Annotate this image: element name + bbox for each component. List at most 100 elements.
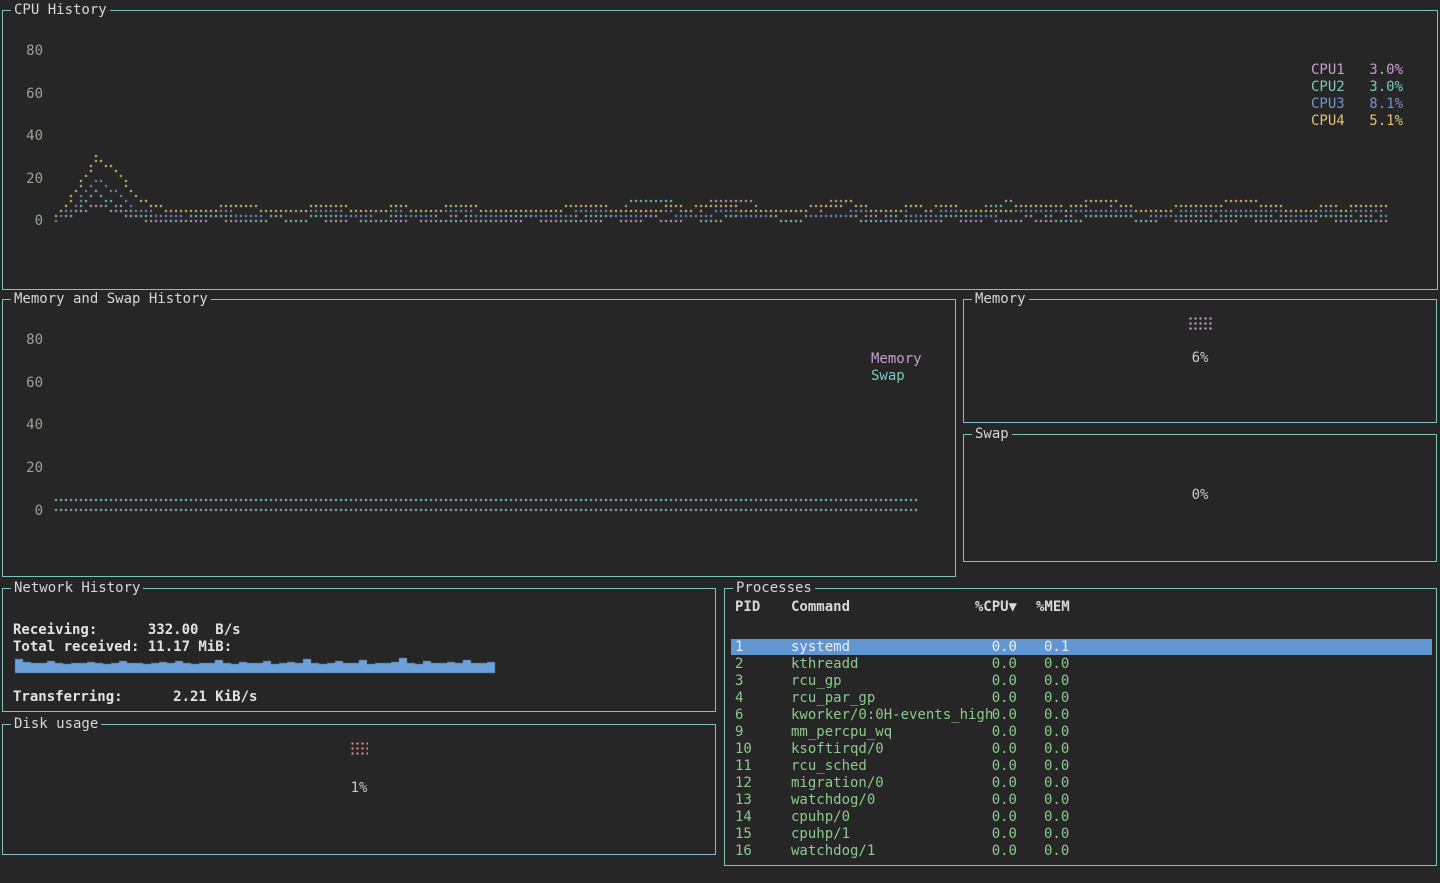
legend-label: CPU2 [1311, 79, 1345, 96]
cpu-legend: CPU13.0%CPU2 3.0% CPU3 8.1% CPU4 5.1% [1311, 62, 1403, 130]
disk-gauge-value: 1% [3, 780, 715, 797]
process-row-watchdog/0[interactable]: 13watchdog/00.00.0 [731, 792, 1432, 808]
y-axis-tick: 20 [15, 171, 43, 188]
process-pid: 13 [735, 792, 752, 808]
legend-value: 5.1% [1369, 113, 1403, 130]
legend-label: Memory [871, 351, 922, 368]
process-mem-percent: 0.0 [1044, 758, 1069, 774]
legend-value: 3.0% [1369, 79, 1403, 96]
process-mem-percent: 0.0 [1044, 843, 1069, 859]
process-cpu-percent: 0.0 [955, 741, 1017, 757]
process-row-migration/0[interactable]: 12migration/00.00.0 [731, 775, 1432, 791]
network-transferring-line: Transferring: 2.21 KiB/s [13, 689, 257, 706]
process-pid: 15 [735, 826, 752, 842]
legend-item-cpu1: CPU13.0% [1311, 62, 1403, 79]
process-mem-percent: 0.0 [1044, 707, 1069, 723]
legend-label: CPU3 [1311, 96, 1345, 113]
process-cpu-percent: 0.0 [955, 826, 1017, 842]
process-mem-percent: 0.1 [1044, 639, 1069, 655]
process-pid: 9 [735, 724, 743, 740]
legend-item-memory: Memory [871, 351, 963, 368]
process-pid: 6 [735, 707, 743, 723]
legend-item-cpu4: CPU4 5.1% [1311, 113, 1403, 130]
network-history-title: Network History [11, 580, 143, 597]
memory-gauge-value: 6% [964, 350, 1436, 367]
process-row-kthreadd[interactable]: 2kthreadd0.00.0 [731, 656, 1432, 672]
process-row-rcu_par_gp[interactable]: 4rcu_par_gp0.00.0 [731, 690, 1432, 706]
process-cpu-percent: 0.0 [955, 639, 1017, 655]
process-command: mm_percpu_wq [791, 724, 892, 740]
process-pid: 12 [735, 775, 752, 791]
cpu-history-panel: CPU History 806040200 CPU13.0%CPU23.0%CP… [2, 10, 1438, 290]
process-pid: 14 [735, 809, 752, 825]
process-row-ksoftirqd/0[interactable]: 10 ksoftirqd/0 0.0 0.0 [731, 741, 1432, 757]
system-monitor-app: { "colors": { "background": "#262626", "… [0, 0, 1440, 883]
legend-value: 3.0% [1369, 62, 1403, 79]
legend-label: CPU4 [1311, 113, 1345, 130]
process-pid: 1 [735, 639, 743, 655]
y-axis-tick: 60 [15, 86, 43, 103]
process-row-rcu_gp[interactable]: 3rcu_gp0.00.0 [731, 673, 1432, 689]
swap-gauge-panel: Swap 0% [963, 434, 1437, 562]
process-row-kworker/0:0H-events_high[interactable]: 6kworker/0:0H-events_high0.00.0 [731, 707, 1432, 723]
process-pid: 3 [735, 673, 743, 689]
cpu-history-chart [47, 25, 1393, 255]
process-mem-percent: 0.0 [1044, 690, 1069, 706]
processes-table: 1systemd0.00.12kthreadd0.00.03rcu_gp0.00… [725, 589, 1436, 865]
process-command: systemd [791, 639, 850, 655]
process-pid: 2 [735, 656, 743, 672]
y-axis-tick: 0 [15, 503, 43, 520]
process-row-cpuhp/1[interactable]: 15 cpuhp/1 0.0 0.0 [731, 826, 1432, 842]
process-pid: 10 [735, 741, 752, 757]
disk-gauge-icon [350, 741, 368, 755]
process-mem-percent: 0.0 [1044, 656, 1069, 672]
swap-gauge-title: Swap [972, 426, 1012, 443]
y-axis-tick: 80 [15, 332, 43, 349]
y-axis-tick: 20 [15, 460, 43, 477]
processes-panel: Processes PIDCommand%CPU▼%MEM 1systemd0.… [724, 588, 1437, 866]
process-command: ksoftirqd/0 [791, 741, 884, 757]
process-pid: 4 [735, 690, 743, 706]
y-axis-tick: 0 [15, 213, 43, 230]
process-mem-percent: 0.0 [1044, 724, 1069, 740]
process-command: rcu_sched [791, 758, 867, 774]
process-command: watchdog/0 [791, 792, 875, 808]
network-receiving-line: Receiving: 332.00 B/s [13, 622, 241, 639]
process-row-mm_percpu_wq[interactable]: 9mm_percpu_wq0.00.0 [731, 724, 1432, 740]
process-command: cpuhp/1 [791, 826, 850, 842]
legend-item-swap: Swap [871, 368, 963, 385]
process-row-rcu_sched[interactable]: 11rcu_sched0.00.0 [731, 758, 1432, 774]
process-row-watchdog/1[interactable]: 16watchdog/10.00.0 [731, 843, 1432, 859]
memory-gauge-icon [1188, 316, 1212, 330]
process-command: rcu_gp [791, 673, 842, 689]
legend-item-cpu3: CPU3 8.1% [1311, 96, 1403, 113]
process-command: rcu_par_gp [791, 690, 875, 706]
process-pid: 16 [735, 843, 752, 859]
process-cpu-percent: 0.0 [955, 843, 1017, 859]
y-axis-tick: 80 [15, 43, 43, 60]
process-command: cpuhp/0 [791, 809, 850, 825]
process-cpu-percent: 0.0 [955, 673, 1017, 689]
process-cpu-percent: 0.0 [955, 758, 1017, 774]
process-row-cpuhp/0[interactable]: 14cpuhp/00.00.0 [731, 809, 1432, 825]
process-command: migration/0 [791, 775, 884, 791]
memory-swap-legend: MemorySwap [871, 351, 963, 385]
memory-gauge-title: Memory [972, 291, 1029, 308]
y-axis-tick: 40 [15, 417, 43, 434]
network-history-panel: Network History Receiving: 332.00 B/s To… [2, 588, 716, 712]
process-mem-percent: 0.0 [1044, 741, 1069, 757]
process-row-systemd[interactable]: 1 systemd 0.0 0.1 [731, 639, 1432, 655]
process-mem-percent: 0.0 [1044, 826, 1069, 842]
memory-swap-history-panel: Memory and Swap History 806040200 Memory… [2, 299, 956, 577]
swap-gauge-value: 0% [964, 487, 1436, 504]
y-axis-tick: 40 [15, 128, 43, 145]
legend-value: 8.1% [1369, 96, 1403, 113]
process-cpu-percent: 0.0 [955, 809, 1017, 825]
y-axis-tick: 60 [15, 375, 43, 392]
process-command: kthreadd [791, 656, 858, 672]
process-cpu-percent: 0.0 [955, 707, 1017, 723]
memory-gauge-panel: Memory 6% [963, 299, 1437, 423]
process-mem-percent: 0.0 [1044, 775, 1069, 791]
cpu-history-title: CPU History [11, 2, 110, 19]
disk-usage-title: Disk usage [11, 716, 101, 733]
